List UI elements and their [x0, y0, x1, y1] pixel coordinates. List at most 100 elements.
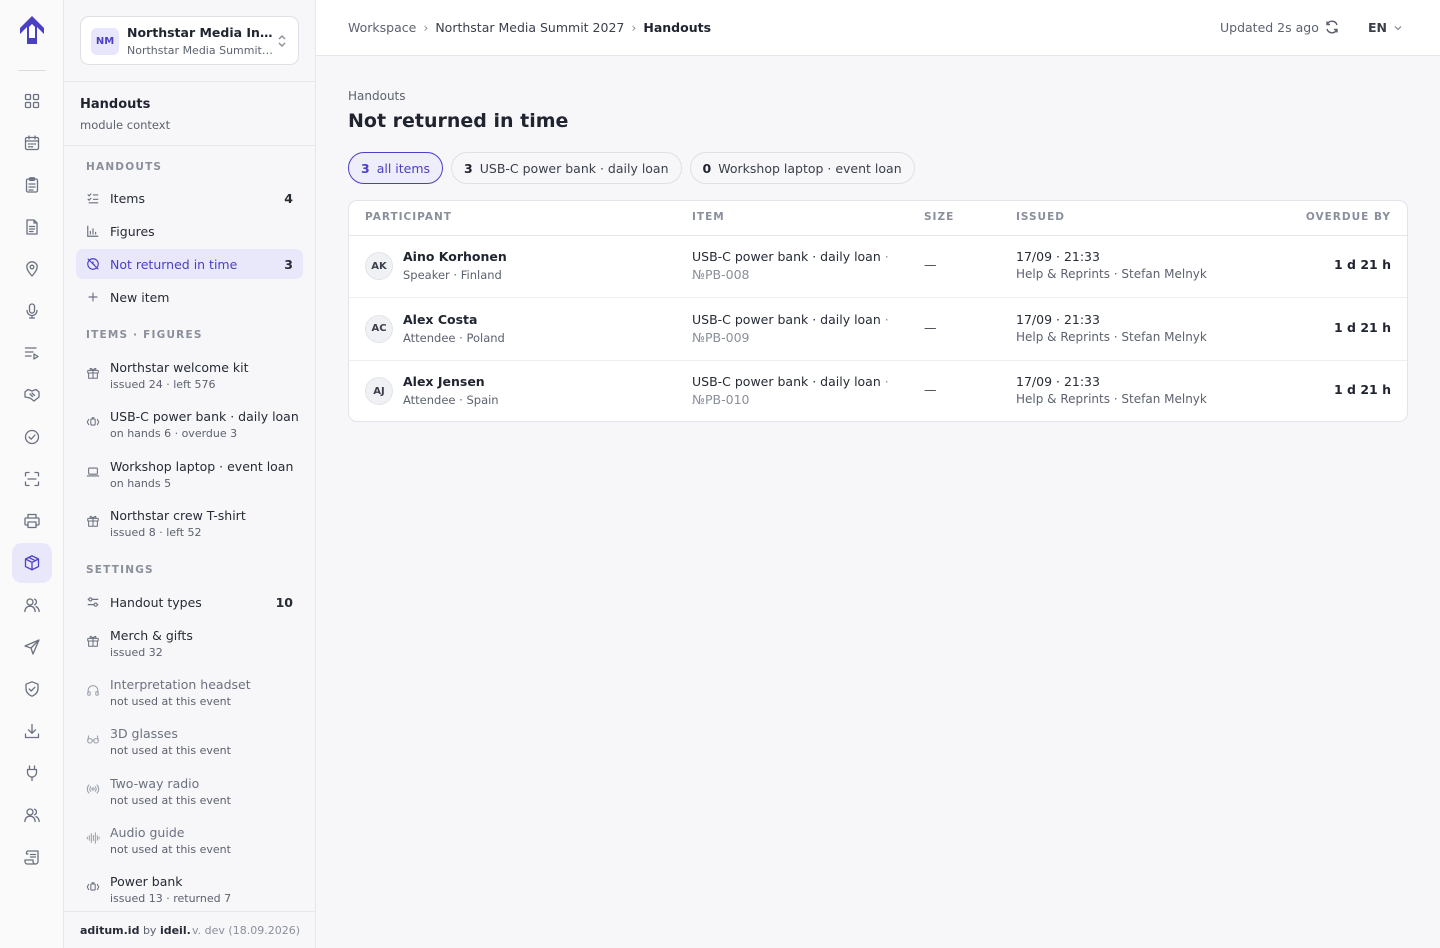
handout-type-item[interactable]: Power bank issued 13 · returned 7: [76, 870, 303, 914]
sidebar-item-not-returned[interactable]: Not returned in time 3: [76, 249, 303, 279]
overdue-duration: 1 d 21 h: [1334, 257, 1391, 272]
section-label-figures: ITEMS · FIGURES: [86, 329, 203, 341]
sidebar-footer: aditum.id by ideil. v. dev (18.09.2026): [64, 911, 315, 948]
column-header-participant[interactable]: PARTICIPANT: [365, 211, 452, 223]
item-meta: on hands 5: [110, 476, 172, 490]
chip-label: USB-C power bank · daily loan: [479, 160, 669, 176]
item-meta: issued 8 · left 52: [110, 525, 202, 539]
handout-type-item[interactable]: Audio guide not used at this event: [76, 821, 303, 865]
avatar: AJ: [365, 377, 393, 405]
issued-by: Help & Reprints · Stefan Melnyk: [1016, 392, 1207, 406]
sidebar-item-items[interactable]: Items 4: [76, 183, 303, 213]
column-header-overdue[interactable]: OVERDUE BY: [1306, 211, 1391, 223]
rail-item-team[interactable]: [12, 795, 52, 835]
rail-item-send[interactable]: [12, 627, 52, 667]
refresh-icon[interactable]: [1324, 19, 1340, 35]
avatar: AC: [365, 314, 393, 343]
rail-item-download[interactable]: [12, 711, 52, 751]
sidebar-item-label: Figures: [110, 223, 155, 239]
rail-item-printer[interactable]: [12, 501, 52, 541]
figure-item[interactable]: Northstar welcome kit issued 24 · left 57…: [76, 356, 303, 400]
item-name: Interpretation headset: [110, 677, 251, 693]
rail-item-scroll[interactable]: [12, 837, 52, 877]
sidebar: NM Northstar Media Institute Northstar M…: [64, 0, 316, 948]
filter-chip-power-bank[interactable]: 3 USB-C power bank · daily loan: [451, 152, 682, 184]
handout-type-item[interactable]: Merch & gifts issued 32: [76, 624, 303, 668]
figure-item[interactable]: Workshop laptop · event loan on hands 5: [76, 455, 303, 499]
rail-item-scan[interactable]: [12, 459, 52, 499]
size-cell: —: [924, 382, 937, 397]
breadcrumb-separator: ›: [423, 20, 429, 35]
rail-item-document[interactable]: [12, 207, 52, 247]
rail-item-shield[interactable]: [12, 669, 52, 709]
item-meta: on hands 6 · overdue 3: [110, 427, 238, 441]
rail-item-playlist[interactable]: [12, 333, 52, 373]
rail-divider: [18, 70, 46, 71]
sidebar-item-new-item[interactable]: New item: [76, 282, 303, 312]
breadcrumb-event[interactable]: Northstar Media Summit 2027: [435, 20, 624, 35]
item-name: 3D glasses: [110, 726, 178, 742]
glasses-icon: [87, 735, 99, 744]
chip-label: all items: [376, 160, 431, 176]
item-name: USB-C power bank · daily loan: [692, 311, 881, 327]
item-number-value: №PB-010: [692, 392, 750, 407]
item-cell: USB-C power bank · daily loan · №PB-009: [692, 311, 912, 347]
sidebar-item-figures[interactable]: Figures: [76, 216, 303, 246]
table-row[interactable]: AK Aino Korhonen Speaker · Finland USB-C po…: [349, 236, 1407, 298]
sidebar-item-handout-types[interactable]: Handout types 10: [76, 587, 303, 617]
table-row[interactable]: AC Alex Costa Attendee · Poland USB-C power…: [349, 299, 1407, 361]
column-header-item[interactable]: ITEM: [692, 211, 725, 223]
item-name: Northstar welcome kit: [110, 360, 249, 375]
dashboard-icon: [24, 93, 40, 109]
rail-item-check-circle[interactable]: [12, 417, 52, 457]
rail-item-clipboard[interactable]: [12, 165, 52, 205]
column-header-issued[interactable]: ISSUED: [1016, 211, 1065, 223]
microphone-icon: [26, 303, 38, 319]
figure-item[interactable]: Northstar crew T-shirt issued 8 · left 52: [76, 504, 303, 548]
people-icon: [24, 598, 40, 613]
section-label-handouts: HANDOUTS: [86, 161, 163, 173]
filter-chip-laptop[interactable]: 0 Workshop laptop · event loan: [689, 152, 915, 184]
brand-by: by: [142, 924, 157, 937]
item-meta: issued 32: [110, 646, 163, 659]
app-logo[interactable]: [16, 14, 48, 46]
rail-item-calendar[interactable]: [12, 123, 52, 163]
brand-name[interactable]: aditum.id: [80, 924, 139, 937]
rail-item-box[interactable]: [12, 543, 52, 583]
participant-name[interactable]: Alex Jensen: [403, 374, 485, 389]
scan-icon: [24, 471, 40, 487]
item-number-value: №PB-008: [692, 267, 750, 282]
rail-item-location[interactable]: [12, 249, 52, 289]
no-clock-icon: [87, 258, 99, 270]
filter-chip-all[interactable]: 3 all items: [348, 152, 444, 184]
filter-chips: 3 all items 3 USB-C power bank · daily loa…: [348, 152, 915, 184]
handout-type-item[interactable]: 3D glasses not used at this event: [76, 722, 303, 766]
participant-name[interactable]: Alex Costa: [403, 312, 477, 327]
breadcrumb-workspace[interactable]: Workspace: [348, 20, 416, 35]
section-label-settings: SETTINGS: [86, 564, 154, 576]
rail-item-dashboard[interactable]: [12, 81, 52, 121]
participant-role: Attendee · Spain: [403, 393, 499, 407]
rail-item-handshake[interactable]: [12, 375, 52, 415]
item-name: USB-C power bank · daily loan: [692, 249, 881, 264]
send-icon: [24, 639, 40, 655]
rail-item-plug[interactable]: [12, 753, 52, 793]
rail-item-microphone[interactable]: [12, 291, 52, 331]
handout-type-item[interactable]: Two-way radio not used at this event: [76, 772, 303, 816]
rail-item-people[interactable]: [12, 585, 52, 625]
table-row[interactable]: AJ Alex Jensen Attendee · Spain USB-C power…: [349, 361, 1407, 421]
participant-name[interactable]: Aino Korhonen: [403, 249, 507, 264]
handout-type-item[interactable]: Interpretation headset not used at this e…: [76, 673, 303, 717]
participant-role: Speaker · Finland: [403, 268, 502, 282]
column-header-size[interactable]: SIZE: [924, 211, 954, 223]
org-switcher[interactable]: NM Northstar Media Institute Northstar M…: [80, 16, 299, 65]
count-badge: 4: [284, 190, 293, 206]
language-select[interactable]: EN: [1368, 20, 1403, 35]
item-meta: not used at this event: [110, 793, 231, 807]
company-name[interactable]: ideil.: [160, 924, 191, 937]
module-subtitle: module context: [80, 118, 171, 132]
item-meta: not used at this event: [110, 842, 231, 856]
chevron-updown-icon: [278, 35, 286, 47]
sidebar-item-label: New item: [110, 289, 170, 305]
figure-item[interactable]: USB-C power bank · daily loan on hands 6 …: [76, 405, 303, 449]
